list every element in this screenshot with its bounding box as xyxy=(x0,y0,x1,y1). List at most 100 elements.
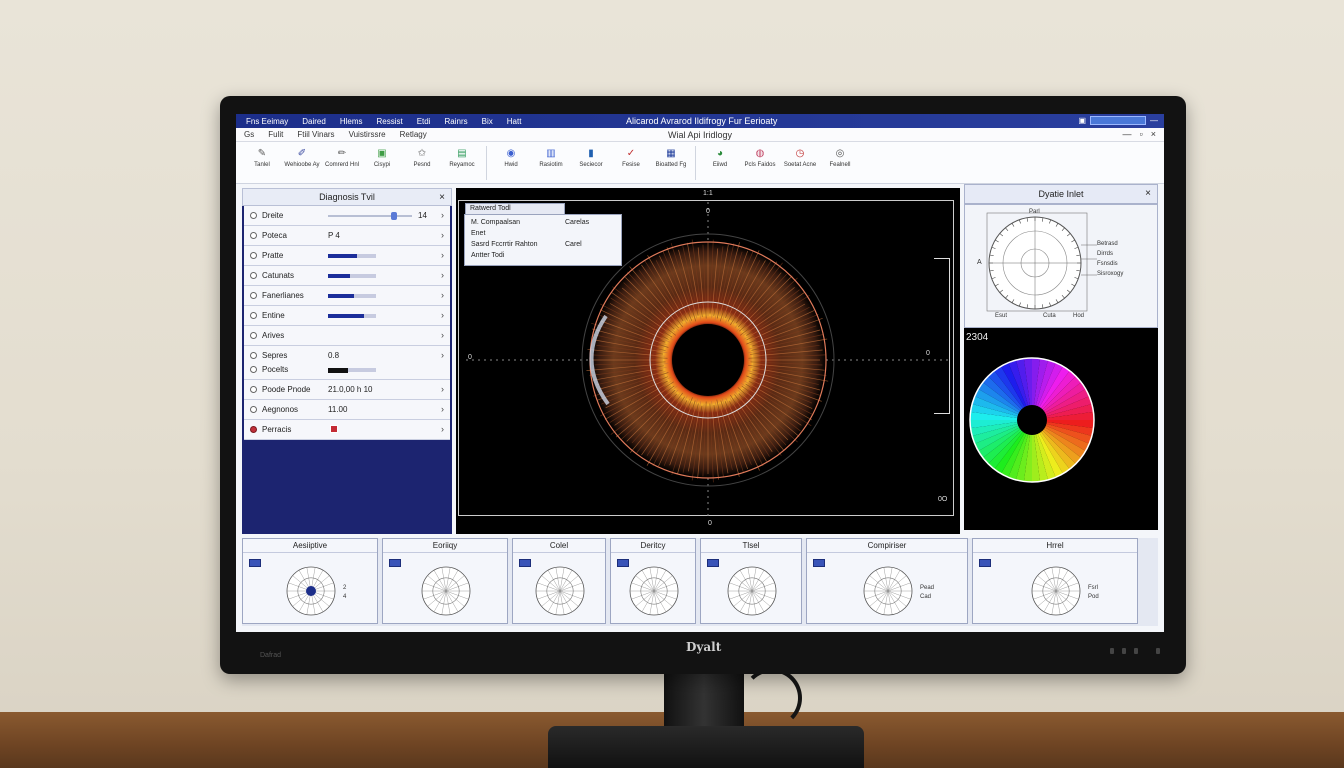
diagnosis-row[interactable]: Sepres 0.8 Pocelts › xyxy=(244,346,450,380)
toolbar-button-label: Pesnd xyxy=(413,162,431,168)
radio-button[interactable] xyxy=(250,232,257,239)
title-menu-item[interactable]: Rainrs xyxy=(445,117,468,126)
chevron-right-icon[interactable]: › xyxy=(441,424,444,434)
window-minimize-button[interactable]: — xyxy=(1123,129,1132,139)
iris-diagram-icon xyxy=(535,566,585,616)
toolbar-button[interactable]: ◎ Fealnell xyxy=(820,142,860,182)
thumbnail-note: Cad xyxy=(920,594,931,600)
diagnosis-row[interactable]: Perracis › xyxy=(244,420,450,440)
thumbnail-title: Hrrel xyxy=(973,539,1137,553)
comparison-thumbnail[interactable]: Colel xyxy=(512,538,606,624)
radio-button[interactable] xyxy=(250,406,257,413)
window-restore-button[interactable]: ▫ xyxy=(1140,129,1143,139)
radio-button[interactable] xyxy=(250,352,257,359)
radio-button[interactable] xyxy=(250,272,257,279)
radio-button[interactable] xyxy=(250,312,257,319)
popup-item[interactable]: Antter Todi xyxy=(471,252,504,259)
radio-button[interactable] xyxy=(250,366,257,373)
toolbar-button[interactable]: ✏ Comrerd Hnl xyxy=(322,142,362,182)
title-menu-item[interactable]: Etdi xyxy=(417,117,431,126)
diagnosis-row-label: Catunats xyxy=(262,271,295,280)
comparison-thumbnail[interactable]: Hrrel Fsrl Pod xyxy=(972,538,1138,624)
chevron-right-icon[interactable]: › xyxy=(441,384,444,394)
diagnosis-row[interactable]: Entine › xyxy=(244,306,450,326)
menu-item[interactable]: Gs xyxy=(244,130,254,139)
menu-item[interactable]: Retlagy xyxy=(400,130,427,139)
close-icon[interactable]: × xyxy=(1145,185,1151,203)
window-close-button[interactable]: × xyxy=(1151,129,1156,139)
popup-item[interactable]: M. Compaalsan xyxy=(471,219,520,226)
toolbar-button[interactable]: ✩ Pesnd xyxy=(402,142,442,182)
power-button[interactable] xyxy=(1156,648,1160,654)
chevron-right-icon[interactable]: › xyxy=(441,210,444,220)
toolbar-button[interactable]: ◷ Soetat Acne xyxy=(780,142,820,182)
comparison-thumbnail[interactable]: Eoriiqy xyxy=(382,538,508,624)
title-menu-item[interactable]: Bix xyxy=(482,117,493,126)
monitor-button[interactable] xyxy=(1110,648,1114,654)
radio-button[interactable] xyxy=(250,332,257,339)
title-menu-item[interactable]: Hlems xyxy=(340,117,363,126)
toolbar-button[interactable]: ◕ Eiiwd xyxy=(700,142,740,182)
diagnosis-row[interactable]: Poode Pnode 21.0,00 h 10 › xyxy=(244,380,450,400)
diagnosis-row[interactable]: Pratte › xyxy=(244,246,450,266)
toolbar-button[interactable]: ▣ Cisypi xyxy=(362,142,402,182)
comparison-thumbnail[interactable]: Tlsel xyxy=(700,538,802,624)
diagnosis-row[interactable]: Arives › xyxy=(244,326,450,346)
slider[interactable] xyxy=(328,212,412,220)
popup-item[interactable]: Sasrd Fccrrtir Rahton xyxy=(471,241,538,248)
comparison-thumbnail[interactable]: Compiriser Pead Cad xyxy=(806,538,968,624)
comparison-thumbnail[interactable]: Aesiiptive 2 4 xyxy=(242,538,378,624)
monitor-button[interactable] xyxy=(1122,648,1126,654)
menu-item[interactable]: Vuistirssre xyxy=(349,130,386,139)
radio-button[interactable] xyxy=(250,252,257,259)
toolbar-button[interactable]: ✎ Tanlel xyxy=(242,142,282,182)
menu-item[interactable]: Fulit xyxy=(268,130,283,139)
close-icon[interactable]: × xyxy=(439,189,445,206)
title-menu-item[interactable]: Ressist xyxy=(376,117,402,126)
radio-button[interactable] xyxy=(250,212,257,219)
chevron-right-icon[interactable]: › xyxy=(441,250,444,260)
chevron-right-icon[interactable]: › xyxy=(441,290,444,300)
radio-button[interactable] xyxy=(250,426,257,433)
toolbar-button[interactable]: ◉ Hwid xyxy=(491,142,531,182)
popup-item[interactable]: Enet xyxy=(471,230,485,237)
chevron-right-icon[interactable]: › xyxy=(441,404,444,414)
diagnosis-row[interactable]: Catunats › xyxy=(244,266,450,286)
chevron-right-icon[interactable]: › xyxy=(441,350,444,360)
iris-viewer[interactable]: 1:1 0 0 0 0 0O Ratwerd Todl M. Compaalsa… xyxy=(456,188,960,534)
maximize-button[interactable]: ▣ xyxy=(1078,116,1086,125)
toolbar-button[interactable]: ▦ Bioatted Fg xyxy=(651,142,691,182)
toolbar-button-label: Seciecor xyxy=(579,162,603,168)
title-menu-item[interactable]: Hatt xyxy=(507,117,522,126)
diagnosis-row[interactable]: Aegnonos 11.00 › xyxy=(244,400,450,420)
chevron-right-icon[interactable]: › xyxy=(441,270,444,280)
title-menu-item[interactable]: Fns Eeimay xyxy=(246,117,288,126)
toolbar-button[interactable]: ◍ Pcls Faidos xyxy=(740,142,780,182)
toolbar-button-label: Rasiotim xyxy=(539,162,563,168)
tick-bottom: 0 xyxy=(708,520,712,527)
diagnosis-row-label: Pocelts xyxy=(262,365,289,374)
title-menu-item[interactable]: Daired xyxy=(302,117,326,126)
diagnosis-row[interactable]: Dreite 14 › xyxy=(244,206,450,226)
chevron-right-icon[interactable]: › xyxy=(441,310,444,320)
toolbar-button[interactable]: ▥ Rasiotim xyxy=(531,142,571,182)
menu-item[interactable]: Ftiil Vinars xyxy=(297,130,334,139)
search-box[interactable] xyxy=(1090,116,1146,125)
toolbar-button[interactable]: ✓ Fesise xyxy=(611,142,651,182)
toolbar-button[interactable]: ✐ Wehioobe Ay xyxy=(282,142,322,182)
diagnosis-row[interactable]: Fanerlianes › xyxy=(244,286,450,306)
chevron-right-icon[interactable]: › xyxy=(441,330,444,340)
diagnosis-row[interactable]: Poteca P 4 › xyxy=(244,226,450,246)
toolbar-button[interactable]: ▤ Reyamoc xyxy=(442,142,482,182)
radio-button[interactable] xyxy=(250,386,257,393)
toolbar-button[interactable]: ▮ Seciecor xyxy=(571,142,611,182)
slider-knob[interactable] xyxy=(390,212,397,220)
chevron-right-icon[interactable]: › xyxy=(441,230,444,240)
window-subtitle: Wial Api Iridlogy xyxy=(668,130,733,140)
monitor-button[interactable] xyxy=(1134,648,1138,654)
minimize-button[interactable]: — xyxy=(1150,116,1158,125)
radio-button[interactable] xyxy=(250,292,257,299)
comparison-thumbnail[interactable]: Deritcy xyxy=(610,538,696,624)
color-swatch[interactable] xyxy=(330,425,338,433)
level-bar xyxy=(328,274,376,278)
